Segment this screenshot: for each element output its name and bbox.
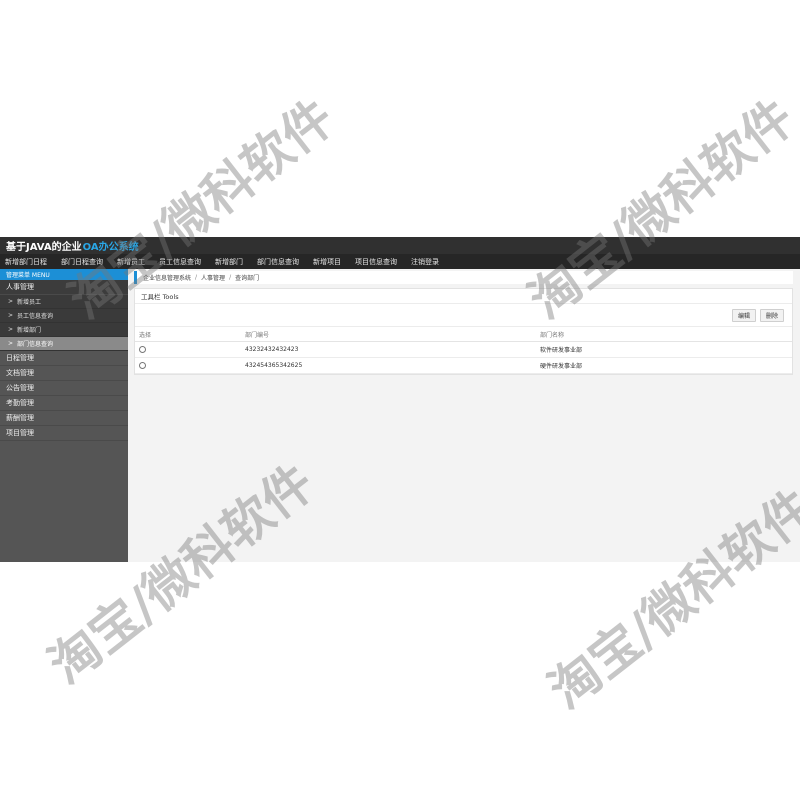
table-header-row: 选择 部门编号 部门名称 (135, 327, 792, 342)
dept-id-cell: 432454365342625 (244, 357, 539, 374)
row-select-radio[interactable] (139, 346, 146, 353)
chevron-right-icon: > (8, 340, 14, 347)
main-content: 企业信息管理系统 / 人事管理 / 查询部门 工具栏 Tools 编辑 删除 选… (134, 271, 793, 375)
sidebar-item-department-query[interactable]: > 部门信息查询 (0, 337, 128, 351)
nav-employee-query[interactable]: 员工信息查询 (159, 257, 201, 267)
sidebar-item-label: 新增员工 (17, 299, 42, 306)
app-title-bar: 基于JAVA的企业 OA办公系统 (0, 237, 800, 254)
department-table: 选择 部门编号 部门名称 43232432432423 软件研发事业部 4324… (135, 327, 792, 374)
column-header-dept-name: 部门名称 (539, 327, 792, 342)
nav-add-dept-schedule[interactable]: 新增部门日程 (5, 257, 47, 267)
row-select-cell (135, 341, 244, 358)
table-row[interactable]: 432454365342625 硬件研发事业部 (135, 357, 792, 374)
sidebar-group-projects[interactable]: 项目管理 (0, 426, 128, 441)
chevron-right-icon: > (8, 312, 14, 319)
sidebar-group-notices[interactable]: 公告管理 (0, 381, 128, 396)
nav-logout[interactable]: 注销登录 (411, 257, 439, 267)
breadcrumb-separator: / (195, 274, 198, 281)
sidebar-item-employee-query[interactable]: > 员工信息查询 (0, 309, 128, 323)
sidebar-item-label: 新增部门 (17, 327, 42, 334)
sidebar-group-documents[interactable]: 文档管理 (0, 366, 128, 381)
breadcrumb-item-hr[interactable]: 人事管理 (201, 273, 225, 282)
nav-add-department[interactable]: 新增部门 (215, 257, 243, 267)
edit-button[interactable]: 编辑 (731, 308, 756, 322)
app-window: 基于JAVA的企业 OA办公系统 新增部门日程 部门日程查询 新增员工 员工信息查… (0, 237, 800, 562)
sidebar-header: 管理菜单 MENU (0, 269, 128, 280)
toolbar-title: 工具栏 Tools (135, 289, 792, 304)
sidebar-group-salary[interactable]: 薪酬管理 (0, 411, 128, 426)
breadcrumb: 企业信息管理系统 / 人事管理 / 查询部门 (134, 271, 793, 284)
chevron-right-icon: > (8, 326, 14, 333)
top-navigation: 新增部门日程 部门日程查询 新增员工 员工信息查询 新增部门 部门信息查询 新增… (0, 254, 800, 269)
dept-name-cell: 软件研发事业部 (539, 341, 792, 358)
sidebar-group-schedule[interactable]: 日程管理 (0, 351, 128, 366)
row-select-cell (135, 357, 244, 374)
sidebar: 管理菜单 MENU 人事管理 > 新增员工 > 员工信息查询 > 新增部门 > … (0, 269, 128, 562)
column-header-select: 选择 (135, 327, 244, 342)
sidebar-item-add-employee[interactable]: > 新增员工 (0, 295, 128, 309)
sidebar-item-label: 员工信息查询 (17, 313, 54, 320)
nav-add-employee[interactable]: 新增员工 (117, 257, 145, 267)
nav-add-project[interactable]: 新增项目 (313, 257, 341, 267)
sidebar-item-add-department[interactable]: > 新增部门 (0, 323, 128, 337)
table-row[interactable]: 43232432432423 软件研发事业部 (135, 341, 792, 358)
breadcrumb-item-system[interactable]: 企业信息管理系统 (143, 273, 191, 282)
breadcrumb-separator: / (229, 274, 232, 281)
column-header-dept-id: 部门编号 (244, 327, 539, 342)
delete-button[interactable]: 删除 (759, 308, 784, 322)
sidebar-group-attendance[interactable]: 考勤管理 (0, 396, 128, 411)
toolbar-actions: 编辑 删除 (135, 304, 792, 327)
app-title-accent: OA办公系统 (82, 242, 139, 253)
chevron-right-icon: > (8, 298, 14, 305)
dept-name-cell: 硬件研发事业部 (539, 357, 792, 374)
nav-dept-schedule-query[interactable]: 部门日程查询 (61, 257, 103, 267)
sidebar-group-hr[interactable]: 人事管理 (0, 280, 128, 295)
tools-panel: 工具栏 Tools 编辑 删除 选择 部门编号 部门名称 43232432432… (134, 288, 793, 375)
nav-project-query[interactable]: 项目信息查询 (355, 257, 397, 267)
dept-id-cell: 43232432432423 (244, 341, 539, 358)
breadcrumb-item-current: 查询部门 (235, 275, 260, 282)
nav-department-query[interactable]: 部门信息查询 (257, 257, 299, 267)
sidebar-item-label: 部门信息查询 (17, 341, 54, 348)
app-title: 基于JAVA的企业 (6, 242, 82, 253)
row-select-radio[interactable] (139, 362, 146, 369)
